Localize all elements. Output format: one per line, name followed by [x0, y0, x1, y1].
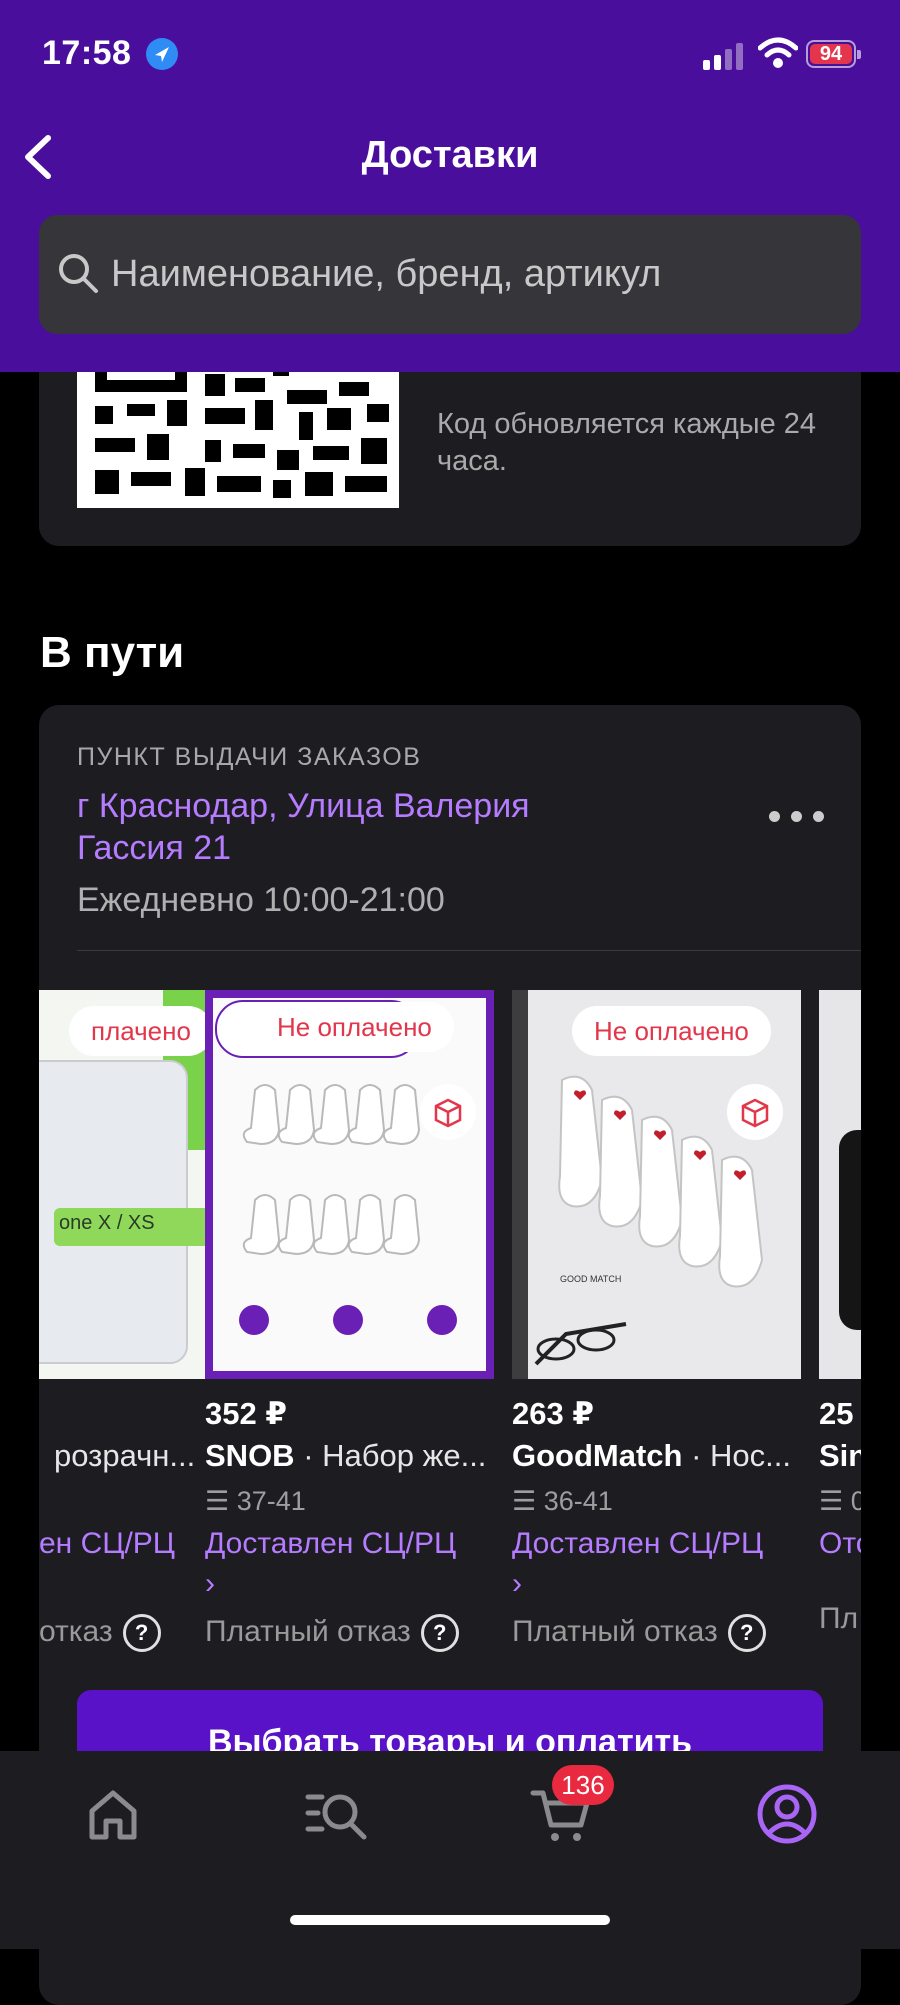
home-indicator [290, 1915, 610, 1925]
pickup-hours: Ежедневно 10:00-21:00 [77, 881, 445, 919]
refusal-info: Платный отказ? [205, 1614, 459, 1652]
chevron-right-icon: › [205, 1567, 215, 1600]
product-image-text: one X / XS [59, 1212, 155, 1234]
section-title-in-transit: В пути [40, 628, 185, 677]
status-time: 17:58 [42, 34, 132, 72]
cellular-signal-icon [703, 40, 747, 70]
search-icon [56, 251, 100, 295]
refusal-info: Платный отказ? [512, 1614, 766, 1652]
page-title: Доставки [361, 134, 539, 176]
battery-icon: 94 [806, 40, 861, 68]
product-size: ☰ 0 [819, 1486, 861, 1516]
home-icon[interactable] [78, 1779, 148, 1849]
location-arrow-icon [146, 38, 178, 70]
cart-count-badge: 136 [552, 1765, 614, 1805]
question-icon[interactable]: ? [420, 1614, 459, 1652]
delivery-status[interactable]: Доставлен СЦ/РЦ › [205, 1524, 494, 1604]
product-price: 25 [819, 1396, 854, 1431]
product-size: ☰ 36-41 [512, 1486, 613, 1516]
question-icon[interactable]: ? [727, 1614, 766, 1652]
product-image[interactable]: Не оплачено [512, 990, 801, 1379]
product-image[interactable]: one X / XS плачено [39, 990, 223, 1379]
battery-level: 94 [810, 44, 852, 65]
product-price: 352 ₽ [205, 1396, 287, 1431]
size-icon: ☰ [512, 1486, 537, 1516]
refusal-info: отказ? [39, 1614, 161, 1652]
search-bar[interactable] [39, 215, 861, 334]
pickup-address[interactable]: г Краснодар, Улица Валерия Гассия 21 [77, 785, 637, 869]
profile-icon[interactable] [752, 1779, 822, 1849]
search-input[interactable] [111, 215, 831, 334]
product-name: розрачн... [54, 1438, 196, 1473]
unpaid-badge: Не оплачено [572, 1006, 771, 1056]
wifi-icon [757, 36, 799, 70]
top-header: 17:58 94 Доставки [0, 0, 900, 372]
product-name: SNOB · Набор же... [205, 1438, 487, 1473]
chevron-right-icon: › [512, 1567, 522, 1600]
product-name: Sin [819, 1438, 861, 1473]
product-image-text: GOOD MATCH [560, 1274, 622, 1284]
products-carousel[interactable]: one X / XS плачено розрачн... ен СЦ/РЦ о… [39, 990, 861, 1652]
product-price: 263 ₽ [512, 1396, 594, 1431]
product-image[interactable] [819, 990, 861, 1379]
product-size: ☰ 37-41 [205, 1486, 306, 1516]
divider [77, 950, 861, 951]
refusal-info: Пл [819, 1602, 859, 1635]
more-options-button[interactable] [769, 805, 829, 829]
question-icon[interactable]: ? [122, 1614, 161, 1652]
size-icon: ☰ [205, 1486, 230, 1516]
size-icon: ☰ [819, 1486, 844, 1516]
delivery-status[interactable]: Отс [819, 1524, 861, 1564]
unpaid-badge: плачено [69, 1006, 213, 1056]
product-image[interactable]: Не оплачено [205, 990, 494, 1379]
delivery-status[interactable]: Доставлен СЦ/РЦ › [512, 1524, 801, 1604]
pickup-point-label: ПУНКТ ВЫДАЧИ ЗАКАЗОВ [77, 743, 422, 771]
qr-refresh-note: Код обновляется каждые 24 часа. [437, 408, 817, 477]
catalog-search-icon[interactable] [302, 1779, 372, 1849]
product-name: GoodMatch · Нос... [512, 1438, 792, 1473]
unpaid-badge: Не оплачено [255, 1002, 454, 1052]
